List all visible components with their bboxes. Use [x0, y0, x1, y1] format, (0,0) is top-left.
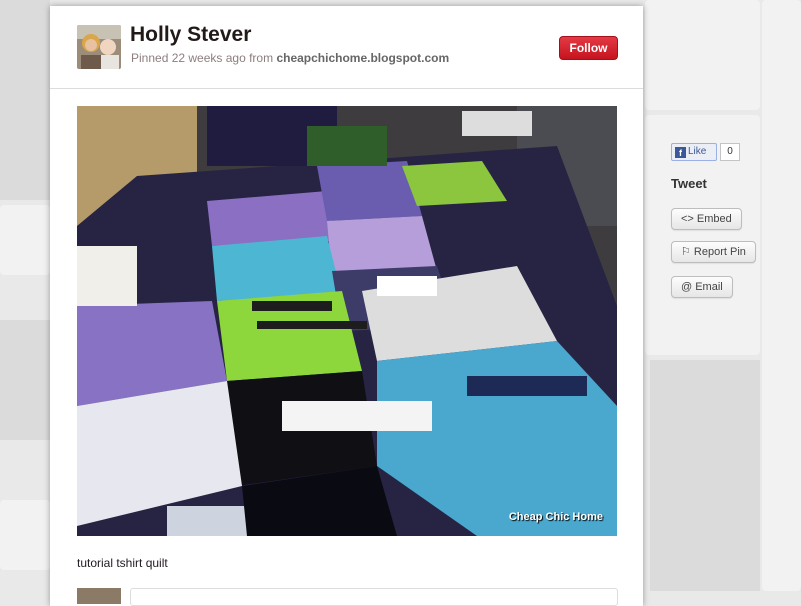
avatar[interactable] [77, 25, 121, 69]
pinner-name[interactable]: Holly Stever [130, 23, 251, 47]
tweet-button[interactable]: Tweet [671, 176, 707, 191]
image-watermark: Cheap Chic Home [508, 511, 603, 523]
pin-image[interactable]: Cheap Chic Home [77, 106, 617, 536]
pin-description: tutorial tshirt quilt [77, 556, 168, 570]
commenter-avatar [77, 588, 121, 604]
pinned-time: Pinned 22 weeks ago from [131, 51, 274, 65]
facebook-like-button[interactable]: f Like [671, 143, 717, 161]
facebook-like-label: Like [688, 146, 707, 157]
pin-modal: Holly Stever Pinned 22 weeks ago from ch… [50, 6, 643, 606]
embed-button[interactable]: <> Embed [671, 208, 742, 230]
report-pin-button[interactable]: ⚐ Report Pin [671, 241, 756, 263]
pin-meta: Pinned 22 weeks ago from cheapchichome.b… [131, 51, 449, 65]
source-link[interactable]: cheapchichome.blogspot.com [276, 51, 449, 65]
facebook-like-count: 0 [720, 143, 740, 161]
pin-header: Holly Stever Pinned 22 weeks ago from ch… [50, 6, 643, 89]
facebook-icon: f [675, 147, 686, 158]
email-button[interactable]: @ Email [671, 276, 733, 298]
quilt-photo [77, 106, 617, 536]
follow-button[interactable]: Follow [559, 36, 618, 60]
